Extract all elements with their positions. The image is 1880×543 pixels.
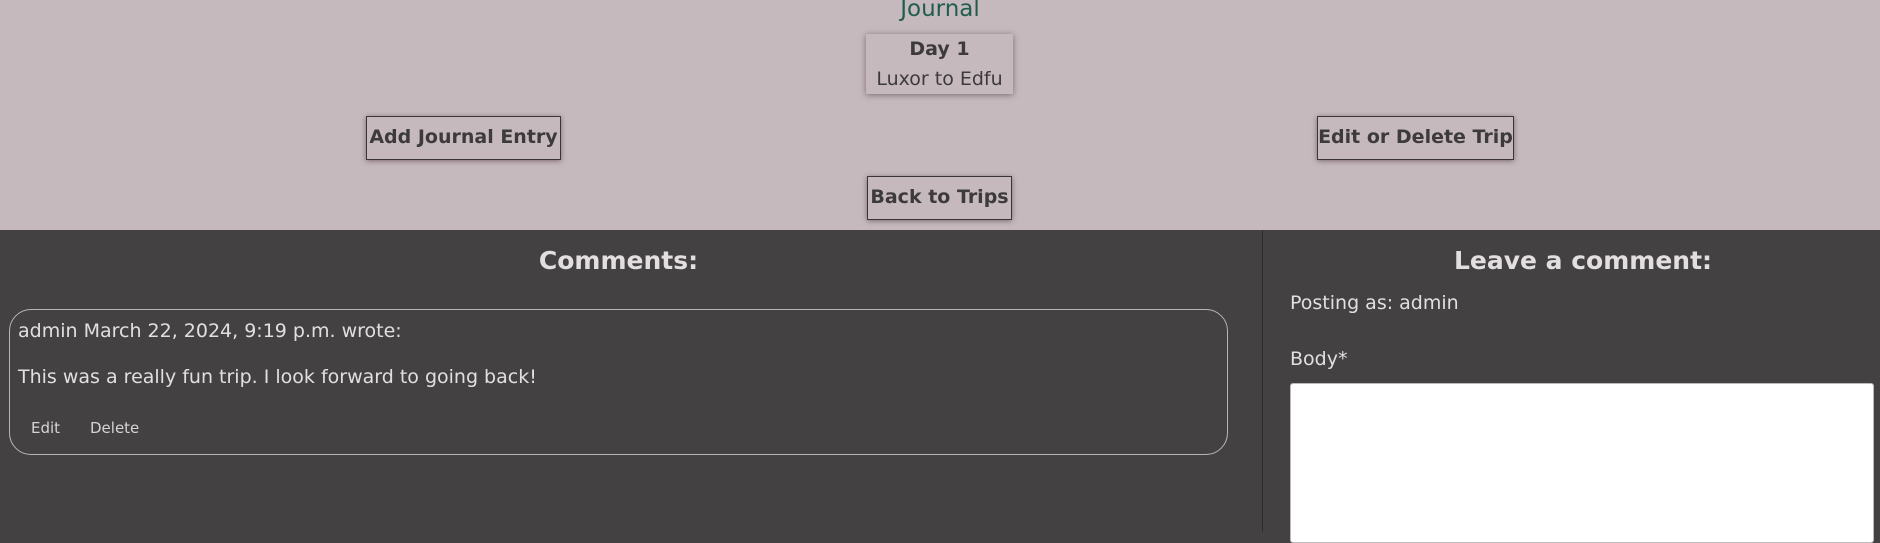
day-label: Day 1 bbox=[909, 38, 970, 60]
journal-header: Journal Day 1 Luxor to Edfu Add Journal … bbox=[0, 0, 1880, 230]
comment-body-input[interactable] bbox=[1290, 383, 1874, 543]
posting-as-label: Posting as: admin bbox=[1290, 292, 1459, 314]
comment-body: This was a really fun trip. I look forwa… bbox=[18, 366, 537, 388]
route-label: Luxor to Edfu bbox=[876, 68, 1003, 90]
day-card: Day 1 Luxor to Edfu bbox=[866, 34, 1013, 94]
comments-heading: Comments: bbox=[538, 246, 699, 275]
add-journal-entry-button[interactable]: Add Journal Entry bbox=[366, 116, 561, 160]
leave-comment-heading: Leave a comment: bbox=[1453, 246, 1713, 275]
page-title: Journal bbox=[900, 0, 980, 22]
edit-or-delete-trip-button[interactable]: Edit or Delete Trip bbox=[1317, 116, 1514, 160]
leave-comment-section: Leave a comment: Posting as: admin Body* bbox=[1263, 230, 1880, 543]
delete-comment-button[interactable]: Delete bbox=[90, 419, 139, 437]
body-field-label: Body* bbox=[1290, 348, 1348, 370]
comment-card: admin March 22, 2024, 9:19 p.m. wrote: T… bbox=[9, 309, 1228, 455]
edit-comment-button[interactable]: Edit bbox=[31, 419, 60, 437]
back-to-trips-button[interactable]: Back to Trips bbox=[867, 176, 1012, 220]
comments-section: Comments: admin March 22, 2024, 9:19 p.m… bbox=[0, 230, 1262, 532]
comment-meta: admin March 22, 2024, 9:19 p.m. wrote: bbox=[18, 320, 402, 342]
